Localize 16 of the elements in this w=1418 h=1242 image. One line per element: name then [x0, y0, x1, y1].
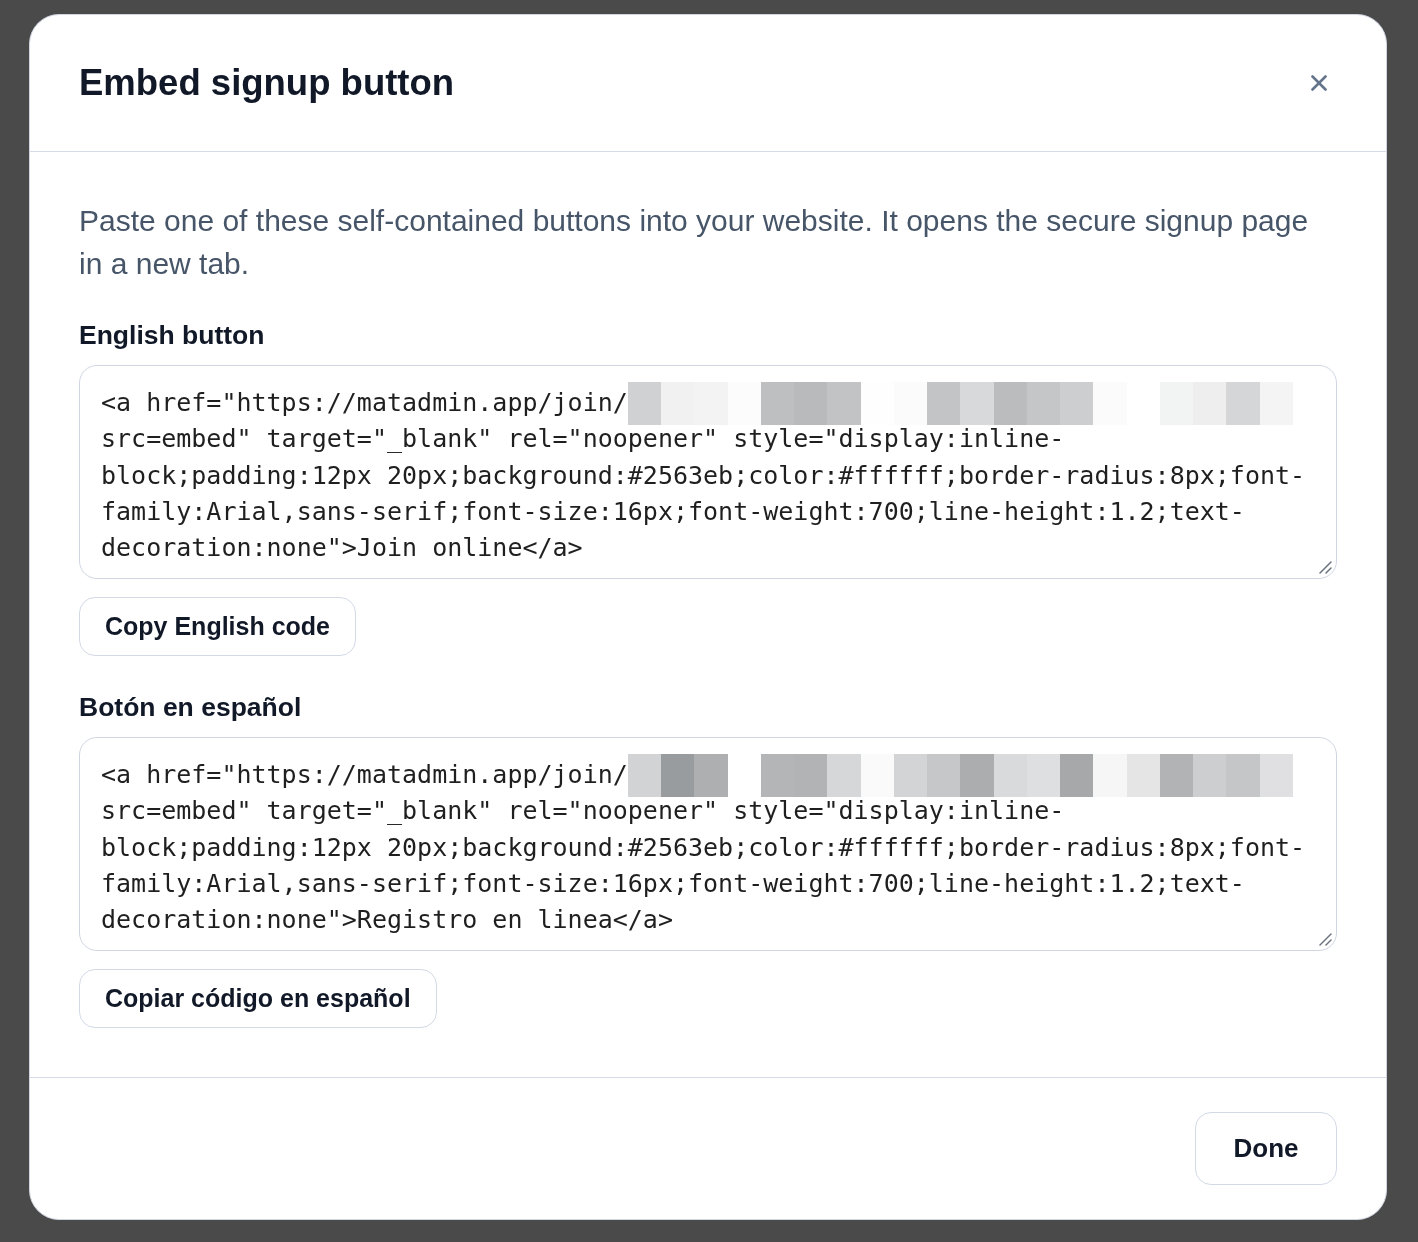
- code-field[interactable]: [79, 365, 1337, 579]
- code-text: <a href="https://matadmin.app/join/: [101, 387, 628, 419]
- copy-button[interactable]: Copiar código en español: [79, 969, 437, 1028]
- resize-handle-icon: [1318, 560, 1332, 574]
- dialog-title: Embed signup button: [79, 61, 455, 105]
- section-label: English button: [79, 319, 266, 352]
- code-text: src=embed" target="_blank" rel="noopener" style="display:inline-block;padding:12px 20px;background:#2563eb;color:#ffffff;border-radius:8px;font-family:Arial,sans-serif;font-size:16px;font-weight:700;line-height:1.2;text-decoration:none">Registro en linea</a>: [101, 795, 1307, 936]
- description-text: Paste one of these self-contained buttons into your website. It opens the secure signup page in a new tab.: [79, 203, 1310, 282]
- section-label: Botón en español: [79, 691, 303, 724]
- close-icon: [1311, 75, 1327, 91]
- code-text: src=embed" target="_blank" rel="noopener" style="display:inline-block;padding:12px 20px;background:#2563eb;color:#ffffff;border-radius:8px;font-family:Arial,sans-serif;font-size:16px;font-weight:700;line-height:1.2;text-decoration:none">Join online</a>: [101, 423, 1307, 564]
- done-button[interactable]: Done: [1195, 1112, 1337, 1185]
- code-field[interactable]: [79, 737, 1337, 951]
- code-text: <a href="https://matadmin.app/join/: [101, 759, 628, 791]
- resize-handle-icon: [1318, 932, 1332, 946]
- copy-button[interactable]: Copy English code: [79, 597, 357, 656]
